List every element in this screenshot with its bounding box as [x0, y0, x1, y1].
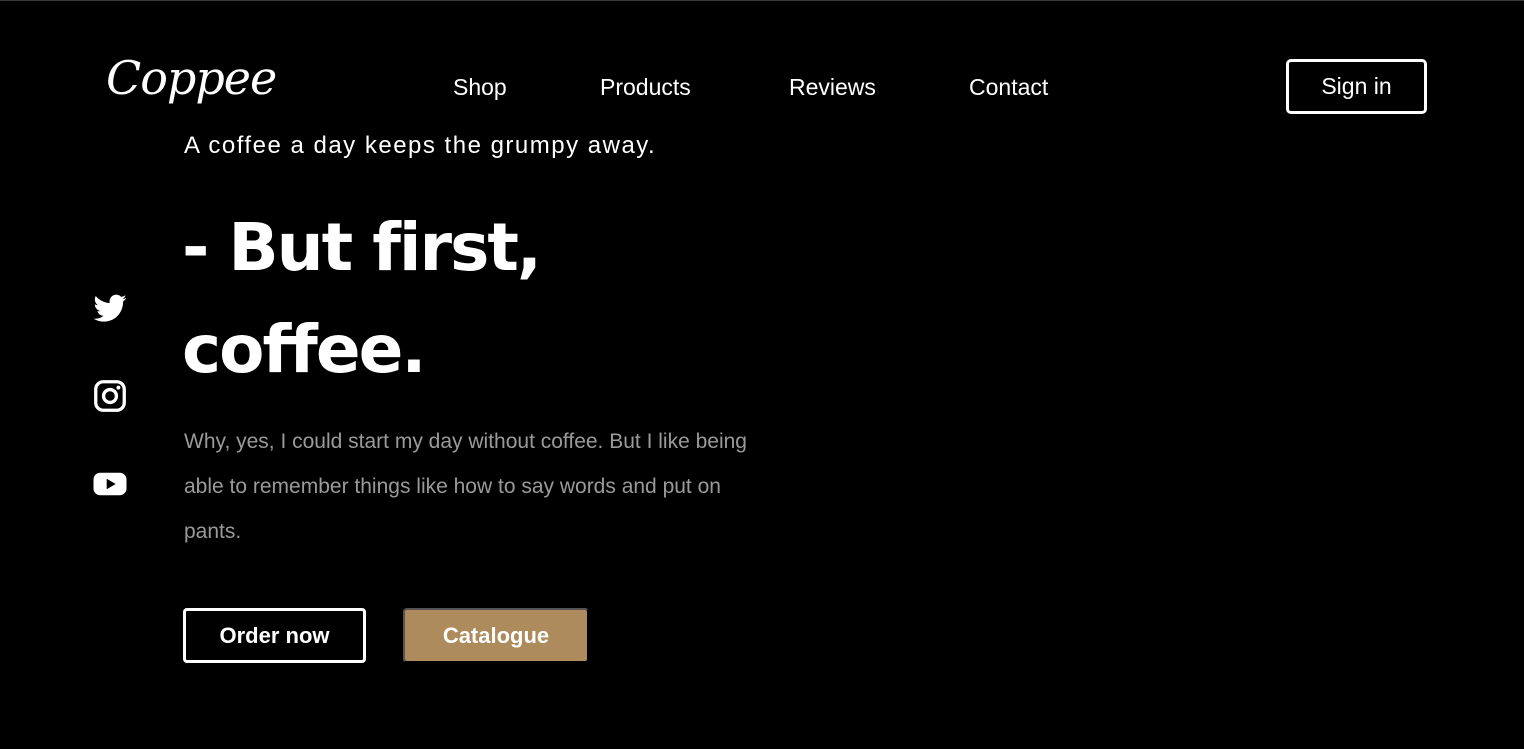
order-now-button[interactable]: Order now: [183, 608, 366, 663]
instagram-icon[interactable]: [90, 378, 130, 414]
brand-logo[interactable]: Coppee: [106, 55, 277, 101]
headline-line-1: - But first,: [182, 209, 542, 286]
nav-item-reviews[interactable]: Reviews: [789, 73, 876, 101]
headline-line-2: coffee.: [182, 311, 426, 388]
hero-description: Why, yes, I could start my day without c…: [184, 430, 747, 543]
youtube-icon[interactable]: [90, 466, 130, 502]
nav-item-products[interactable]: Products: [600, 73, 691, 101]
landing-page: Coppee Shop Products Reviews Contact Sig…: [0, 0, 1524, 749]
catalogue-button[interactable]: Catalogue: [403, 608, 589, 663]
sign-in-button[interactable]: Sign in: [1286, 59, 1427, 114]
hero-tagline: A coffee a day keeps the grumpy away.: [184, 132, 657, 159]
hero-headline: - But first, coffee.: [182, 197, 542, 401]
twitter-icon[interactable]: [90, 291, 130, 327]
nav-item-shop[interactable]: Shop: [453, 73, 507, 101]
nav-item-contact[interactable]: Contact: [969, 73, 1048, 101]
